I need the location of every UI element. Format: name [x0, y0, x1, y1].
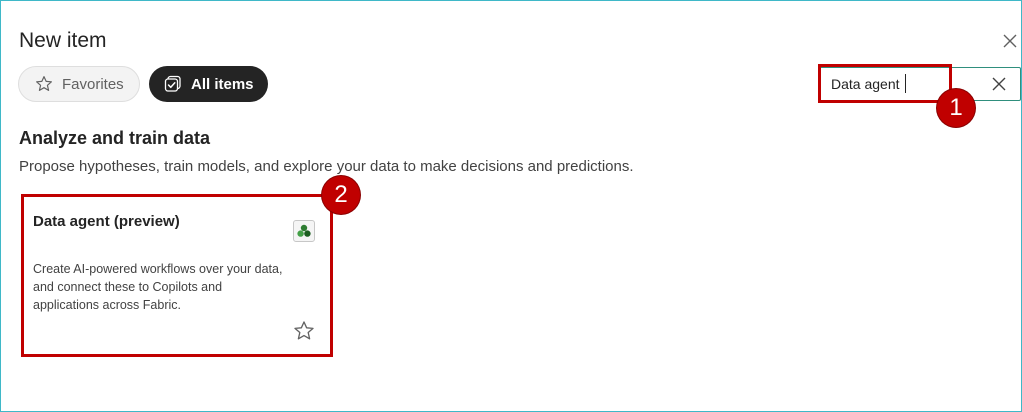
annotation-badge-2: 2 [322, 176, 360, 214]
dialog-title: New item [19, 29, 107, 52]
clear-search-icon[interactable] [990, 75, 1008, 93]
all-items-filter-button[interactable]: All items [149, 66, 268, 102]
section-description: Propose hypotheses, train models, and ex… [19, 158, 634, 175]
annotation-highlight-card [21, 194, 333, 357]
close-icon[interactable] [1001, 32, 1019, 50]
star-icon [35, 75, 53, 93]
annotation-badge-1: 1 [937, 89, 975, 127]
checkbox-stack-icon [164, 75, 182, 93]
section-title: Analyze and train data [19, 128, 211, 148]
all-items-label: All items [191, 75, 254, 93]
annotation-highlight-search [818, 64, 952, 103]
favorites-label: Favorites [62, 75, 124, 93]
favorites-filter-button[interactable]: Favorites [18, 66, 140, 102]
